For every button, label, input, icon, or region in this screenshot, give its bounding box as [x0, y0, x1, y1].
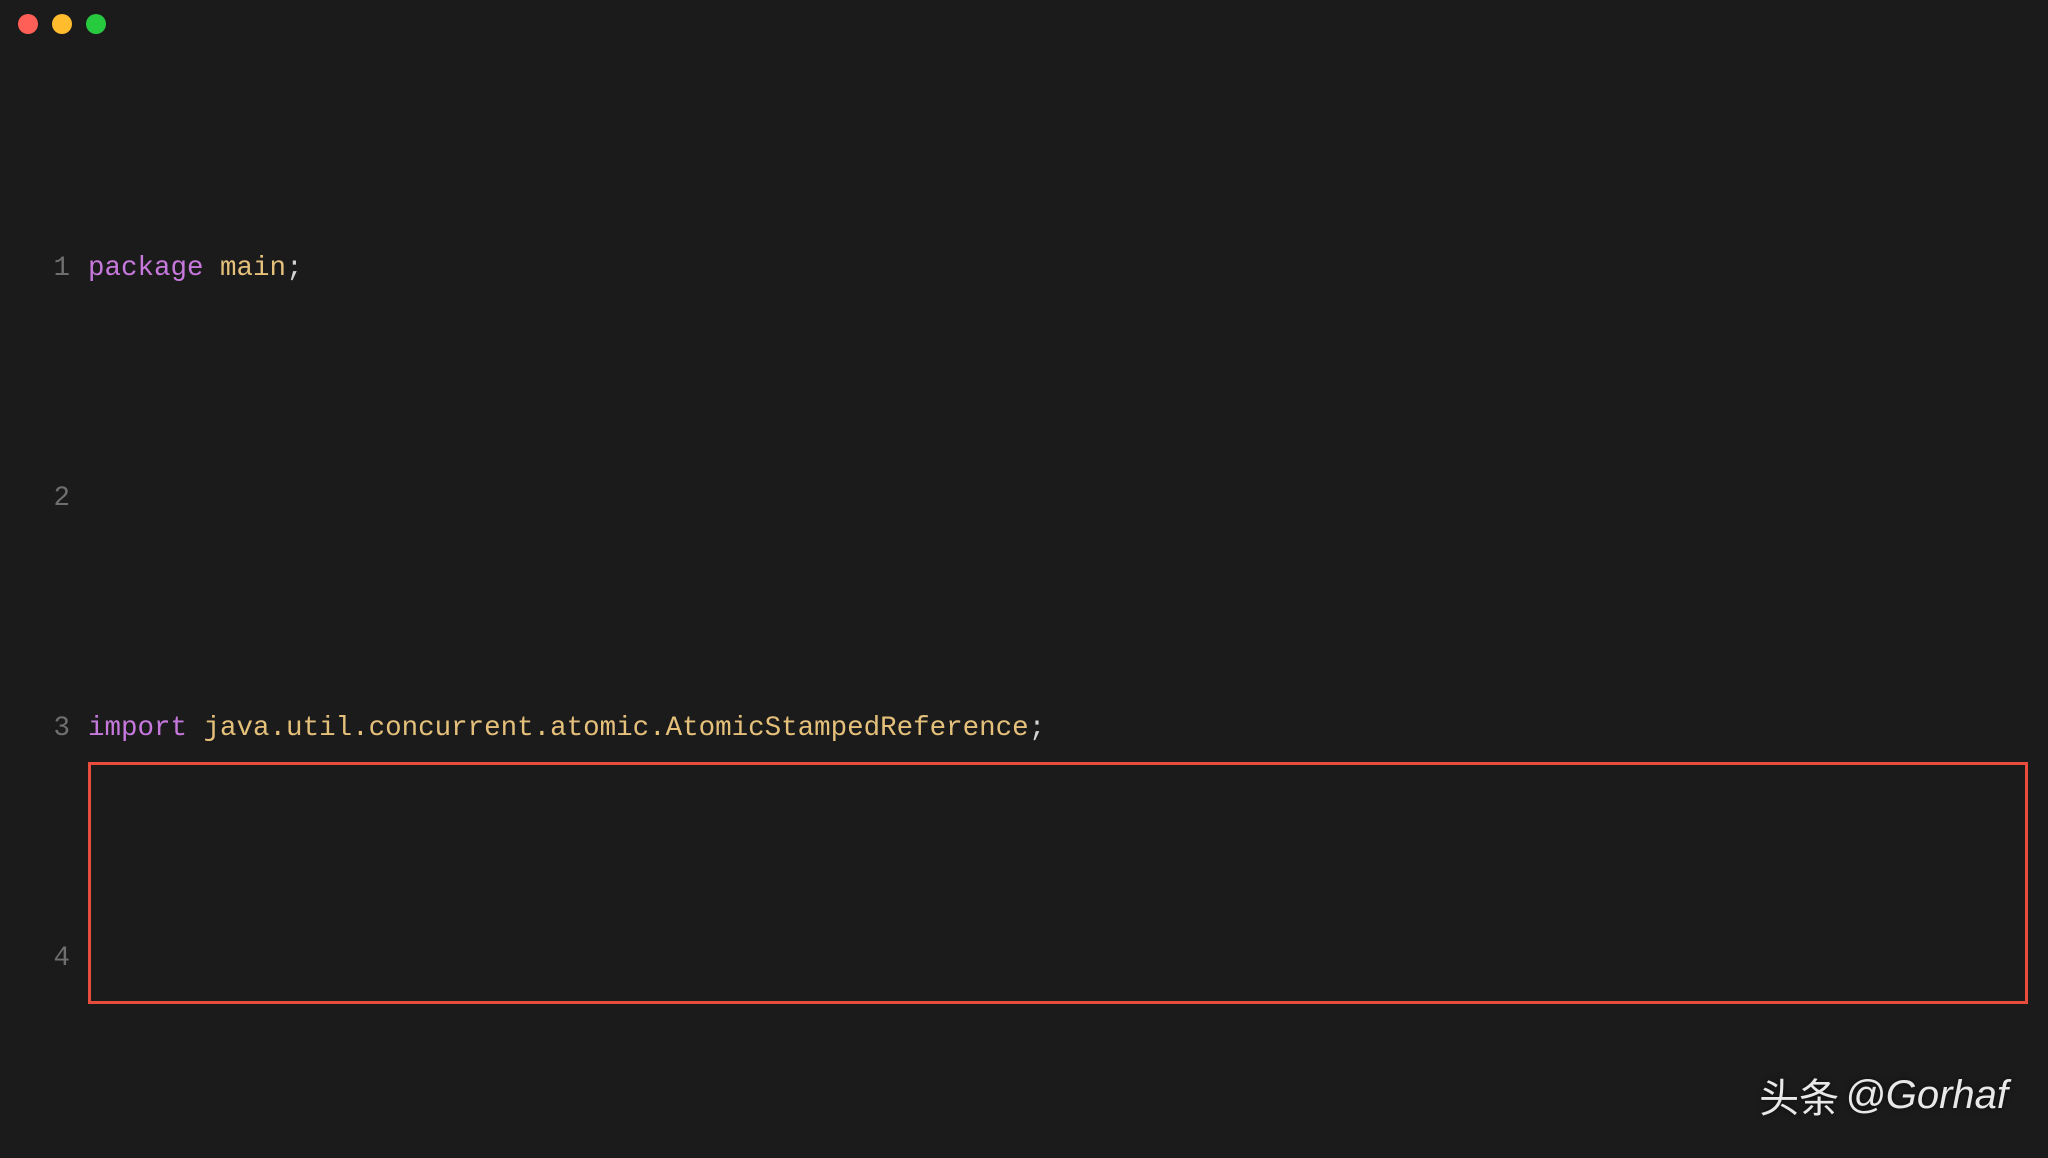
line-number: 4: [0, 936, 88, 982]
line-number: 1: [0, 246, 88, 292]
line-number: 2: [0, 476, 88, 522]
watermark-handle: @Gorhaf: [1845, 1073, 2008, 1118]
minimize-icon[interactable]: [52, 14, 72, 34]
watermark: 头条 @Gorhaf: [1759, 1066, 2008, 1124]
watermark-prefix: 头条: [1759, 1066, 1839, 1124]
title-bar: [0, 0, 2048, 42]
code-line: 2: [0, 476, 2048, 522]
code-line: 4: [0, 936, 2048, 982]
line-number: 3: [0, 706, 88, 752]
code-content: import java.util.concurrent.atomic.Atomi…: [88, 706, 2048, 752]
code-line: 1 package main;: [0, 246, 2048, 292]
code-line: 3 import java.util.concurrent.atomic.Ato…: [0, 706, 2048, 752]
code-content: package main;: [88, 246, 2048, 292]
editor-window: 1 package main; 2 3 import java.util.con…: [0, 0, 2048, 1158]
code-editor[interactable]: 1 package main; 2 3 import java.util.con…: [0, 42, 2048, 1158]
close-icon[interactable]: [18, 14, 38, 34]
zoom-icon[interactable]: [86, 14, 106, 34]
